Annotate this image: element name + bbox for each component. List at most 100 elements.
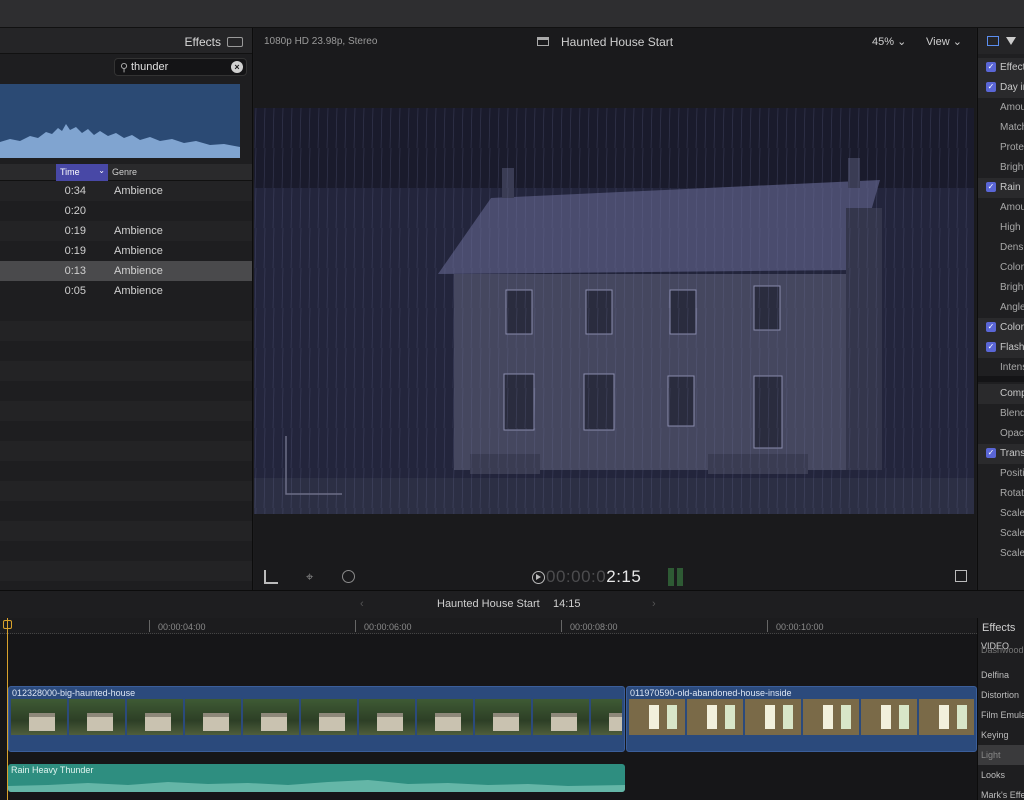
checkbox[interactable]: ✓ [986,82,996,92]
empty-list-area [0,301,252,590]
inspector-param[interactable]: Position [978,464,1024,484]
effects-list-item[interactable]: Light [978,745,1024,765]
list-item[interactable]: 0:34 Ambience [0,181,252,201]
inspector-label: Scale [1000,508,1024,519]
transform-icon[interactable]: ⌖ [306,569,313,585]
audio-clip[interactable]: Rain Heavy Thunder [8,764,625,792]
inspector-label: Angle [1000,302,1024,313]
video-frame[interactable] [254,108,974,514]
checkbox[interactable]: ✓ [986,322,996,332]
view-label: View [926,36,950,48]
inspector-param[interactable]: Rotation [978,484,1024,504]
list-item[interactable]: 0:19 Ambience [0,241,252,261]
inspector-section[interactable]: ✓ Transform [978,444,1024,464]
column-header-time[interactable]: Time ⌄ [56,164,108,181]
inspector-param[interactable]: Amount [978,198,1024,218]
checkbox[interactable]: ✓ [986,62,996,72]
inspector-param[interactable]: Color [978,258,1024,278]
inspector-section[interactable]: ✓ Color [978,318,1024,338]
timeline[interactable]: 00:00:04:00 00:00:06:00 00:00:08:00 00:0… [0,618,977,800]
inspector-param[interactable]: Scale [978,544,1024,564]
checkbox[interactable]: ✓ [986,448,996,458]
search-box[interactable]: ⚲ × [114,58,247,76]
chevron-right-icon[interactable]: › [652,598,656,610]
effects-list-item[interactable]: Looks [978,765,1024,785]
chevron-left-icon[interactable]: ‹ [360,598,364,610]
audio-waveform [8,780,625,792]
inspector-param[interactable]: Density [978,238,1024,258]
clip-thumbnail [301,699,357,735]
inspector-section[interactable]: ✓ Day into Night [978,78,1024,98]
playhead-handle[interactable] [3,620,12,629]
inspector-label: Amount [1000,202,1024,213]
effects-list-item[interactable]: Film Emulation [978,705,1024,725]
list-item[interactable]: 0:20 [0,201,252,221]
zoom-menu[interactable]: 45% ⌄ [872,35,906,48]
timeline-duration: 14:15 [553,598,581,610]
inspector-section[interactable]: ✓ Flash [978,338,1024,358]
inspector-pane: ✓ Effects ✓ Day into Night Amount Match Protec… [977,28,1024,590]
film-icon[interactable] [987,36,999,46]
inspector-param[interactable]: Scale [978,524,1024,544]
effects-list-item[interactable]: Dashwood [978,644,1024,656]
waveform-preview [0,84,240,158]
list-item-time: 0:05 [64,285,86,297]
checkbox[interactable]: ✓ [986,182,996,192]
timeline-title: Haunted House Start [437,598,540,610]
folder-icon[interactable] [227,37,243,47]
clip-thumbnail [417,699,473,735]
browser-pane: Effects ⚲ × Time ⌄ Genre 0:34 Ambience 0… [0,28,253,590]
inspector-param[interactable]: Intensity [978,358,1024,378]
list-item[interactable]: 0:19 Ambience [0,221,252,241]
inspector-section[interactable]: ✓ Rain [978,178,1024,198]
column-header-genre[interactable]: Genre [112,167,137,177]
inspector-param[interactable]: Match [978,118,1024,138]
inspector-label: High [1000,222,1021,233]
video-clip[interactable]: 012328000-big-haunted-house [8,686,625,752]
list-item-time: 0:13 [64,265,86,277]
filter-icon[interactable] [1006,37,1016,45]
list-item-time: 0:20 [64,205,86,217]
inspector-param[interactable]: Brightness [978,278,1024,298]
inspector-param[interactable]: Amount [978,98,1024,118]
effects-list-item[interactable]: Delfina [978,665,1024,685]
play-icon[interactable] [532,571,545,584]
speed-icon[interactable] [342,570,355,583]
clip-thumbnail [591,699,622,735]
inspector-param[interactable]: Protect [978,138,1024,158]
inspector-label: Rotation [1000,488,1024,499]
effects-list-item[interactable]: Keying [978,725,1024,745]
inspector-param[interactable]: Blend [978,404,1024,424]
playhead[interactable] [7,618,8,800]
fullscreen-icon[interactable] [955,570,967,582]
timeline-ruler[interactable]: 00:00:04:00 00:00:06:00 00:00:08:00 00:0… [0,618,977,634]
inspector-param[interactable]: Angle [978,298,1024,318]
list-item-time: 0:19 [64,245,86,257]
list-item[interactable]: 0:05 Ambience [0,281,252,301]
clip-thumbnail [687,699,743,735]
list-item-genre: Ambience [114,225,163,237]
timecode-display[interactable]: 00:00:02:15 [546,567,641,587]
effects-list-item[interactable]: Mark's Effects [978,785,1024,800]
effects-browser: Effects VIDEO Dashwood Delfina Distortion F… [977,618,1024,800]
inspector-section[interactable]: ✓ Effects [978,58,1024,78]
clip-thumbnail [359,699,415,735]
effects-list-item[interactable]: Distortion [978,685,1024,705]
list-item-selected[interactable]: 0:13 Ambience [0,261,252,281]
clip-thumbnail [533,699,589,735]
inspector-param[interactable]: Scale [978,504,1024,524]
inspector-label: Flash [1000,342,1024,353]
search-input[interactable] [131,60,231,74]
view-menu[interactable]: View ⌄ [926,35,962,48]
video-clip[interactable]: 011970590-old-abandoned-house-inside [626,686,977,752]
ruler-tick [149,620,150,632]
close-circle-icon[interactable]: × [231,61,243,73]
inspector-param[interactable]: High [978,218,1024,238]
list-item-genre: Ambience [114,265,163,277]
crop-icon[interactable] [264,570,278,584]
inspector-label: Opacity [1000,428,1024,439]
checkbox[interactable]: ✓ [986,342,996,352]
inspector-section[interactable]: Compositing [978,384,1024,404]
inspector-param[interactable]: Opacity [978,424,1024,444]
inspector-param[interactable]: Brightness [978,158,1024,178]
